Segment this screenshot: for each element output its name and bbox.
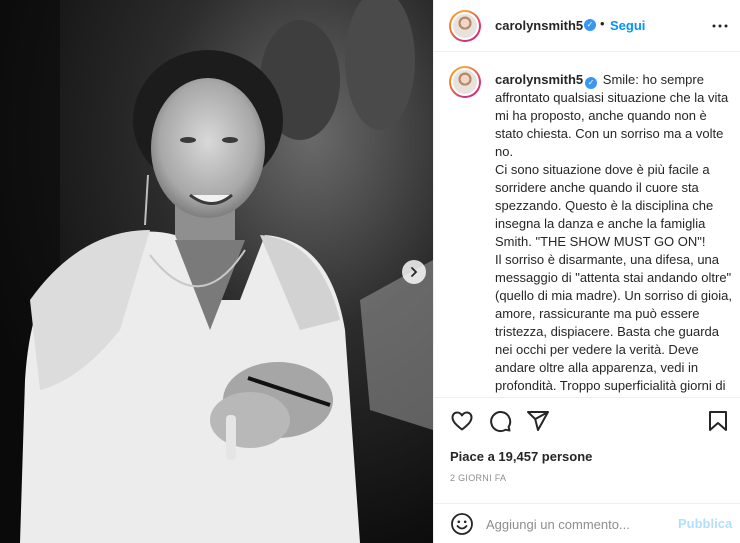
caption-area: carolynsmith5 ✓ Smile: ho sempre affronta… [434, 52, 740, 397]
post-header: carolynsmith5 ✓ • Segui [434, 0, 740, 52]
share-icon[interactable] [526, 409, 550, 433]
post-photo [0, 0, 433, 543]
post-timestamp[interactable]: 2 GIORNI FA [450, 473, 506, 483]
follow-button[interactable]: Segui [610, 18, 645, 33]
next-photo-button[interactable] [402, 260, 426, 284]
action-bar [434, 397, 740, 443]
verified-badge-icon: ✓ [584, 19, 596, 31]
caption-paragraph: Il sorriso è disarmante, una difesa, una… [495, 252, 732, 397]
comment-bar: Pubblica [434, 503, 740, 543]
heart-icon[interactable] [450, 409, 474, 433]
post-side-panel: carolynsmith5 ✓ • Segui carolynsmith5 ✓ S… [433, 0, 740, 543]
photo-illustration [0, 0, 433, 543]
author-username[interactable]: carolynsmith5 [495, 18, 583, 33]
likes-count[interactable]: Piace a 19,457 persone [450, 449, 592, 464]
comment-input[interactable] [486, 513, 672, 535]
publish-button[interactable]: Pubblica [678, 516, 732, 531]
verified-badge-icon: ✓ [585, 77, 598, 89]
caption-avatar[interactable] [449, 66, 481, 98]
caption-username[interactable]: carolynsmith5 [495, 72, 583, 87]
chevron-right-icon [411, 267, 418, 277]
author-avatar[interactable] [449, 10, 481, 42]
bookmark-icon[interactable] [706, 409, 730, 433]
caption-text: carolynsmith5 ✓ Smile: ho sempre affronta… [495, 71, 735, 397]
comment-icon[interactable] [488, 409, 512, 433]
more-icon[interactable] [708, 14, 732, 38]
follow-separator: • [600, 16, 605, 31]
caption-paragraph: Ci sono situazione dove è più facile a s… [495, 162, 714, 249]
emoji-icon[interactable] [450, 512, 474, 536]
